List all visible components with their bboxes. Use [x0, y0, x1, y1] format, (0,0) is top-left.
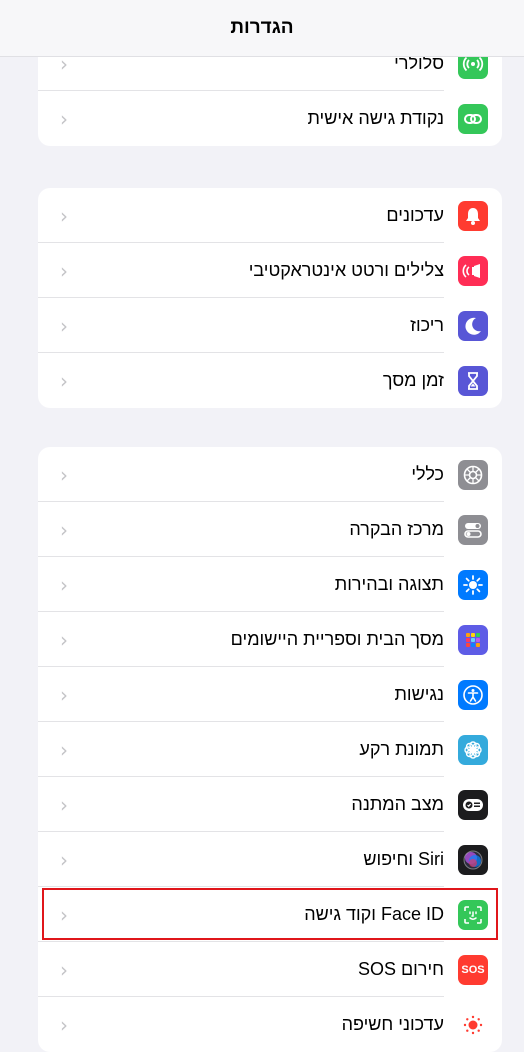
- settings-item-label: צלילים ורטט אינטראקטיבי: [248, 260, 444, 280]
- settings-item-label: מסך הבית וספריית היישומים: [230, 629, 444, 649]
- display-brightness-icon: [458, 569, 488, 600]
- wallpaper-flower-icon: [458, 734, 488, 765]
- settings-item-control-center[interactable]: מרכז הבקרה ‹: [38, 502, 502, 557]
- chevron-left-icon: ‹: [60, 1012, 68, 1037]
- settings-item-label: תמונת רקע: [359, 739, 444, 759]
- chevron-left-icon: ‹: [60, 517, 68, 542]
- settings-item-label: Siri וחיפוש: [363, 849, 444, 869]
- settings-item-label: Face ID וקוד גישה: [304, 904, 444, 924]
- settings-item-label: חירום SOS: [357, 959, 444, 979]
- chevron-left-icon: ‹: [60, 682, 68, 707]
- settings-item-display-brightness[interactable]: תצוגה ובהירות ‹: [38, 557, 502, 612]
- settings-item-label: תצוגה ובהירות: [334, 574, 444, 594]
- settings-item-standby[interactable]: מצב המתנה ‹: [38, 777, 502, 832]
- settings-item-general[interactable]: כללי ‹: [38, 447, 502, 502]
- settings-item-label: כללי: [411, 464, 444, 484]
- chevron-left-icon: ‹: [60, 106, 68, 131]
- focus-moon-icon: [458, 310, 488, 341]
- settings-group-general: כללי ‹ מרכז הבקרה ‹ תצוגה ובהירות ‹ מסך …: [38, 447, 502, 1052]
- settings-item-emergency-sos[interactable]: SOS חירום SOS ‹: [38, 942, 502, 997]
- notifications-icon: [458, 200, 488, 231]
- settings-item-accessibility[interactable]: נגישות ‹: [38, 667, 502, 722]
- face-id-icon: [458, 899, 488, 930]
- settings-item-focus[interactable]: ריכוז ‹: [38, 298, 502, 353]
- sos-icon-text: SOS: [461, 963, 485, 976]
- chevron-left-icon: ‹: [60, 462, 68, 487]
- screen-time-hourglass-icon: [458, 365, 488, 396]
- settings-item-face-id-passcode[interactable]: Face ID וקוד גישה ‹: [38, 887, 502, 942]
- settings-item-notifications[interactable]: עדכונים ‹: [38, 188, 502, 243]
- navigation-bar: הגדרות: [0, 0, 524, 57]
- chevron-left-icon: ‹: [60, 627, 68, 652]
- page-title: הגדרות: [230, 17, 294, 38]
- personal-hotspot-icon: [458, 103, 488, 134]
- chevron-left-icon: ‹: [60, 737, 68, 762]
- settings-item-label: ריכוז: [410, 315, 444, 335]
- exposure-notifications-icon: [458, 1009, 488, 1040]
- settings-item-label: עדכונים: [386, 205, 444, 225]
- settings-item-exposure-notifications[interactable]: עדכוני חשיפה ‹: [38, 997, 502, 1052]
- settings-item-label: נגישות: [394, 684, 444, 704]
- settings-item-siri-search[interactable]: Siri וחיפוש ‹: [38, 832, 502, 887]
- siri-icon: [458, 844, 488, 875]
- settings-item-sounds-haptics[interactable]: צלילים ורטט אינטראקטיבי ‹: [38, 243, 502, 298]
- chevron-left-icon: ‹: [60, 313, 68, 338]
- chevron-left-icon: ‹: [60, 847, 68, 872]
- settings-item-label: נקודת גישה אישית: [307, 108, 444, 128]
- sos-icon: SOS: [458, 954, 488, 985]
- settings-item-label: מרכז הבקרה: [349, 519, 444, 539]
- home-screen-icon: [458, 624, 488, 655]
- chevron-left-icon: ‹: [60, 572, 68, 597]
- settings-item-home-screen[interactable]: מסך הבית וספריית היישומים ‹: [38, 612, 502, 667]
- standby-icon: [458, 789, 488, 820]
- settings-item-wallpaper[interactable]: תמונת רקע ‹: [38, 722, 502, 777]
- chevron-left-icon: ‹: [60, 902, 68, 927]
- chevron-left-icon: ‹: [60, 957, 68, 982]
- sounds-haptics-icon: [458, 255, 488, 286]
- chevron-left-icon: ‹: [60, 368, 68, 393]
- settings-item-label: זמן מסך: [382, 370, 444, 390]
- settings-item-label: עדכוני חשיפה: [341, 1014, 444, 1034]
- control-center-icon: [458, 514, 488, 545]
- settings-group-notifications: עדכונים ‹ צלילים ורטט אינטראקטיבי ‹ ריכו…: [38, 188, 502, 408]
- chevron-left-icon: ‹: [60, 258, 68, 283]
- chevron-left-icon: ‹: [60, 792, 68, 817]
- settings-item-label: מצב המתנה: [351, 794, 444, 814]
- settings-item-screen-time[interactable]: זמן מסך ‹: [38, 353, 502, 408]
- accessibility-icon: [458, 679, 488, 710]
- general-gear-icon: [458, 459, 488, 490]
- chevron-left-icon: ‹: [60, 203, 68, 228]
- settings-item-personal-hotspot[interactable]: נקודת גישה אישית ‹: [38, 91, 502, 146]
